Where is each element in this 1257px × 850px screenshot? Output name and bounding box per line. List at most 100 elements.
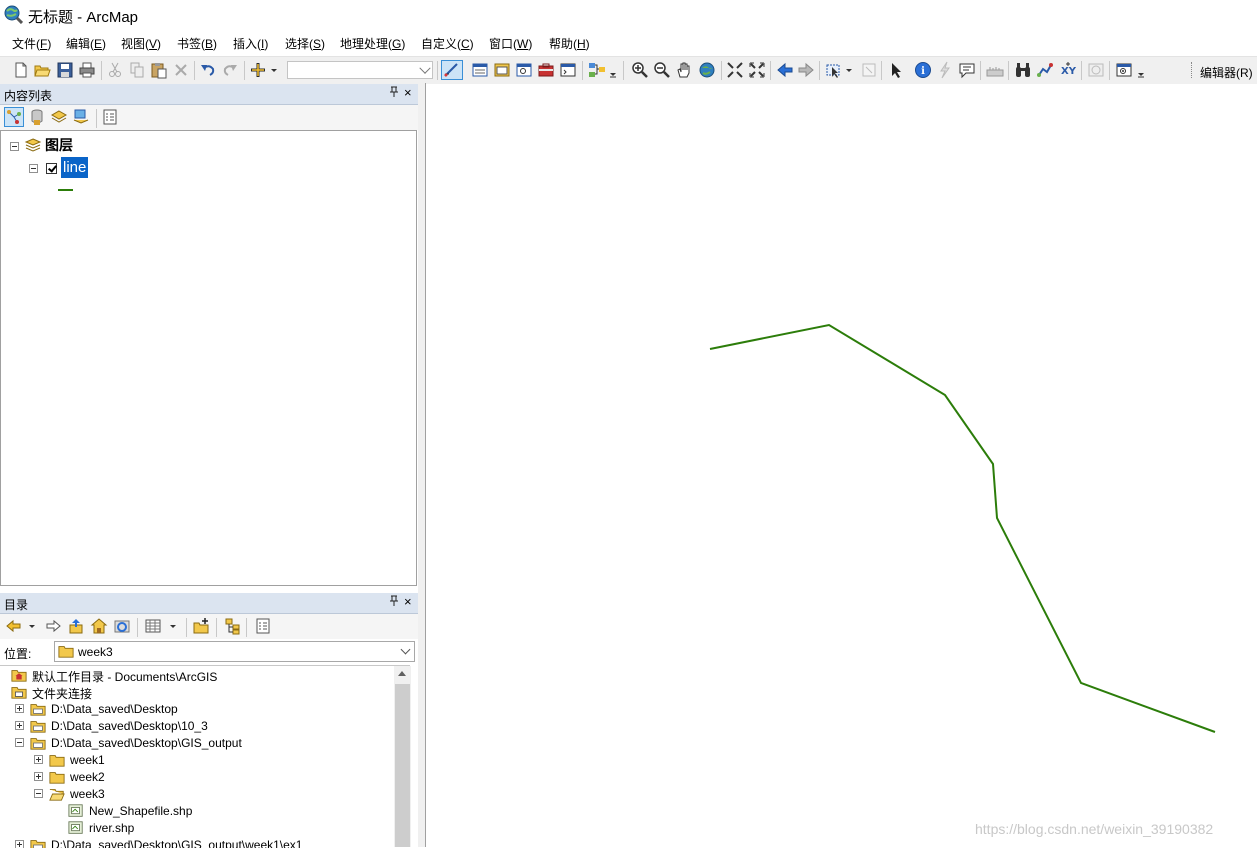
list-by-selection-icon[interactable] — [72, 108, 90, 126]
view-menu-icon[interactable] — [145, 617, 179, 635]
html-popup-icon[interactable] — [958, 61, 976, 79]
location-combobox[interactable]: week3 — [54, 641, 415, 662]
go-to-xy-icon[interactable]: XY — [1059, 61, 1077, 79]
find-route-icon[interactable] — [1036, 61, 1054, 79]
list-by-visibility-icon[interactable] — [50, 108, 68, 126]
toggle-contents-tree-icon[interactable] — [224, 617, 242, 635]
menu-help[interactable]: 帮助(H) — [549, 35, 590, 52]
menu-bookmarks[interactable]: 书签(B) — [177, 35, 217, 52]
arctoolbox-icon[interactable] — [537, 61, 555, 79]
copy-icon[interactable] — [128, 61, 146, 79]
select-features-icon[interactable] — [825, 61, 853, 79]
folder-icon — [30, 837, 46, 848]
menu-view[interactable]: 视图(V) — [121, 35, 161, 52]
table-of-contents-window-icon[interactable] — [471, 61, 489, 79]
delete-icon[interactable] — [172, 61, 190, 79]
print-icon[interactable] — [78, 61, 96, 79]
scrollbar-thumb[interactable] — [395, 684, 410, 847]
go-forward-extent-icon[interactable] — [797, 61, 815, 79]
forward-arrow-icon[interactable] — [44, 617, 62, 635]
list-by-source-icon[interactable] — [28, 108, 46, 126]
close-icon[interactable]: × — [404, 594, 412, 609]
new-folder-icon[interactable] — [192, 617, 210, 635]
catalog-tree: 默认工作目录 - Documents\ArcGIS 文件夹连接 D:\Data_… — [0, 665, 410, 848]
menu-selection[interactable]: 选择(S) — [285, 35, 325, 52]
toolbar-overflow-icon[interactable] — [608, 61, 618, 79]
expand-icon[interactable] — [15, 704, 24, 713]
toolbar-separator — [770, 61, 771, 80]
menu-edit[interactable]: 编辑(E) — [66, 35, 106, 52]
zoom-in-icon[interactable] — [631, 61, 649, 79]
expand-icon[interactable] — [34, 772, 43, 781]
undo-icon[interactable] — [199, 61, 217, 79]
menu-insert[interactable]: 插入(I) — [233, 35, 268, 52]
folder-icon — [49, 769, 65, 785]
catalog-vertical-scrollbar[interactable] — [394, 666, 411, 847]
time-slider-icon[interactable] — [1087, 61, 1105, 79]
toolbar-overflow-icon[interactable] — [1136, 61, 1146, 79]
list-by-drawing-order-icon[interactable] — [4, 107, 24, 127]
save-icon[interactable] — [56, 61, 74, 79]
python-window-icon[interactable] — [559, 61, 577, 79]
measure-icon[interactable] — [986, 61, 1004, 79]
menu-customize[interactable]: 自定义(C) — [421, 35, 474, 52]
scroll-up-arrow-icon[interactable] — [398, 671, 406, 676]
viewer-window-icon[interactable] — [1115, 61, 1133, 79]
hyperlink-lightning-icon[interactable] — [936, 61, 954, 79]
layer-name-line[interactable]: line — [61, 157, 89, 178]
editor-menu-button[interactable]: 编辑器(R) — [1200, 64, 1253, 81]
collapse-icon[interactable] — [10, 142, 19, 151]
fixed-zoom-out-icon[interactable] — [748, 61, 766, 79]
menu-geoprocessing[interactable]: 地理处理(G) — [340, 35, 405, 52]
toolbar-separator — [246, 618, 247, 637]
identify-icon[interactable]: i — [914, 61, 932, 79]
collapse-icon[interactable] — [34, 789, 43, 798]
connect-folder-icon[interactable] — [113, 617, 131, 635]
editor-toolbar-icon[interactable] — [441, 60, 463, 80]
find-binoculars-icon[interactable] — [1014, 61, 1032, 79]
up-one-level-icon[interactable] — [67, 617, 85, 635]
layers-group-label[interactable]: 图层 — [45, 135, 73, 155]
catalog-window-icon[interactable] — [493, 61, 511, 79]
layer-visibility-checkbox[interactable] — [46, 163, 57, 174]
expand-icon[interactable] — [34, 755, 43, 764]
toolbar-grip[interactable] — [1191, 62, 1194, 78]
toolbar-separator — [244, 61, 245, 80]
add-data-icon[interactable] — [250, 61, 278, 79]
toolbar-separator — [582, 61, 583, 80]
map-canvas[interactable] — [426, 84, 1257, 847]
pin-icon[interactable] — [389, 86, 399, 101]
select-elements-arrow-icon[interactable] — [887, 61, 905, 79]
tree-item-label: 文件夹连接 — [32, 687, 93, 701]
line-legend-symbol[interactable] — [58, 189, 73, 191]
collapse-icon[interactable] — [15, 738, 24, 747]
go-back-extent-icon[interactable] — [776, 61, 794, 79]
folder-icon — [30, 718, 46, 734]
back-arrow-icon[interactable] — [5, 617, 35, 635]
zoom-out-icon[interactable] — [653, 61, 671, 79]
map-view[interactable] — [426, 84, 1257, 847]
new-document-icon[interactable] — [12, 61, 30, 79]
options-icon[interactable] — [254, 617, 272, 635]
pan-hand-icon[interactable] — [675, 61, 693, 79]
fixed-zoom-in-icon[interactable] — [726, 61, 744, 79]
search-window-icon[interactable] — [515, 61, 533, 79]
open-folder-icon[interactable] — [33, 61, 51, 79]
close-icon[interactable]: × — [404, 85, 412, 100]
panel-splitter[interactable] — [418, 83, 426, 847]
pin-icon[interactable] — [389, 595, 399, 610]
toolbar-separator — [186, 618, 187, 637]
clear-selection-icon[interactable] — [860, 61, 878, 79]
options-icon[interactable] — [101, 108, 119, 126]
modelbuilder-icon[interactable] — [588, 61, 606, 79]
home-folder-icon[interactable] — [90, 617, 108, 635]
map-scale-combobox[interactable] — [287, 61, 433, 79]
full-extent-globe-icon[interactable] — [698, 61, 716, 79]
collapse-icon[interactable] — [29, 164, 38, 173]
paste-icon[interactable] — [150, 61, 168, 79]
menu-windows[interactable]: 窗口(W) — [489, 35, 532, 52]
cut-icon[interactable] — [106, 61, 124, 79]
expand-icon[interactable] — [15, 721, 24, 730]
menu-file[interactable]: 文件(F) — [12, 35, 51, 52]
redo-icon[interactable] — [221, 61, 239, 79]
